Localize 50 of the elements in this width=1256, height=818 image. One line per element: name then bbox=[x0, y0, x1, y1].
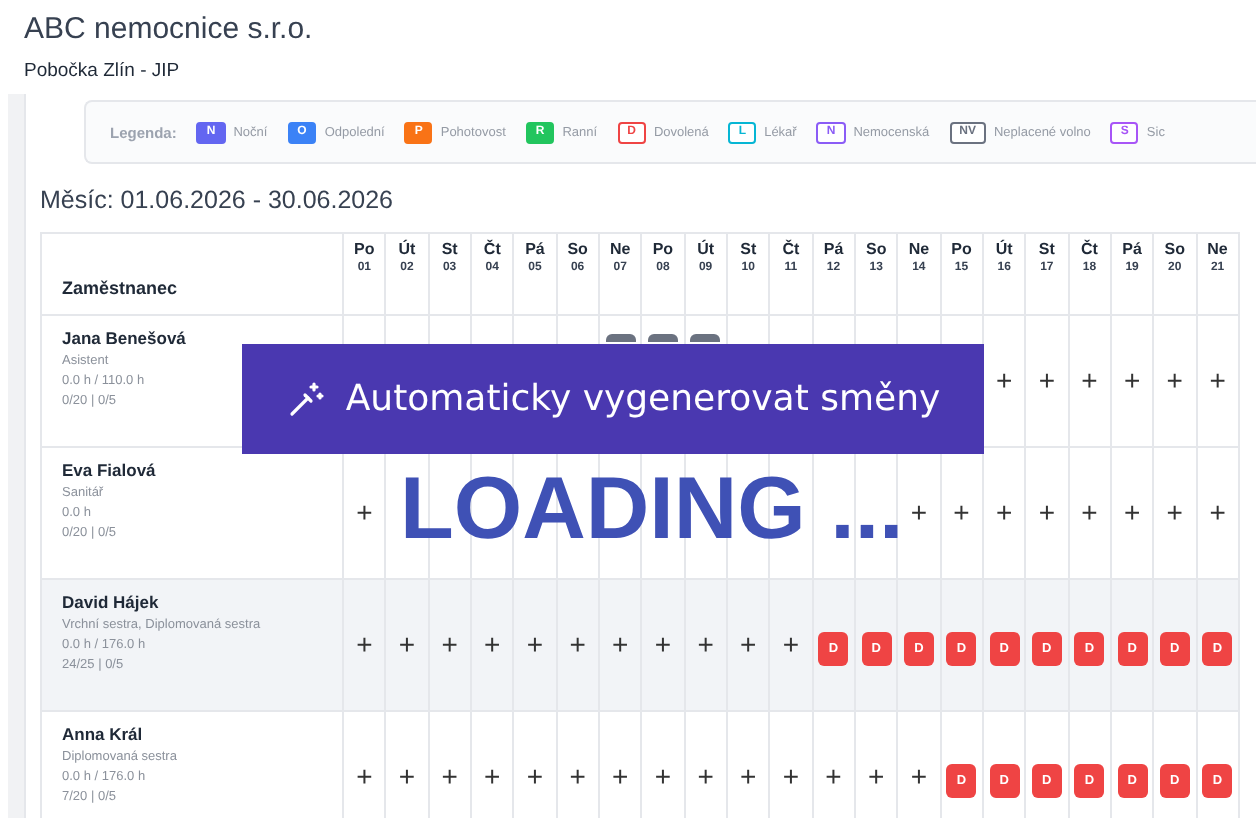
add-shift-button[interactable]: + bbox=[995, 363, 1013, 395]
generate-shifts-button[interactable]: Automaticky vygenerovat směny bbox=[242, 344, 984, 454]
add-shift-button[interactable]: + bbox=[441, 759, 458, 791]
month-range: Měsíc: 01.06.2026 - 30.06.2026 bbox=[40, 186, 396, 214]
add-shift-button[interactable]: + bbox=[654, 627, 672, 659]
add-shift-button[interactable]: + bbox=[995, 495, 1013, 527]
add-shift-button[interactable]: + bbox=[1166, 363, 1183, 395]
add-shift-button[interactable]: + bbox=[1209, 363, 1226, 395]
add-shift-button[interactable]: + bbox=[697, 759, 714, 791]
add-shift-button[interactable]: + bbox=[953, 495, 970, 527]
add-shift-button[interactable]: + bbox=[484, 759, 501, 791]
add-shift-button[interactable]: + bbox=[398, 759, 416, 791]
add-shift-button[interactable]: + bbox=[740, 627, 757, 659]
add-shift-button[interactable]: + bbox=[1038, 363, 1055, 395]
add-shift-button[interactable]: + bbox=[825, 759, 842, 791]
employee-name: Jana Benešová bbox=[62, 328, 188, 348]
add-shift-button[interactable]: + bbox=[910, 495, 928, 527]
add-shift-button[interactable]: + bbox=[868, 759, 885, 791]
add-shift-button[interactable]: + bbox=[484, 627, 501, 659]
add-shift-button[interactable]: + bbox=[569, 627, 586, 659]
hospital-title: ABC nemocnice s.r.o. bbox=[24, 10, 315, 50]
add-shift-button[interactable]: + bbox=[1123, 363, 1141, 395]
add-shift-button[interactable]: + bbox=[1081, 363, 1098, 395]
add-shift-button[interactable]: + bbox=[1081, 495, 1098, 527]
add-shift-button[interactable]: + bbox=[1123, 495, 1141, 527]
column-header: Zaměstnanec bbox=[41, 233, 343, 315]
add-shift-button[interactable]: + bbox=[1209, 495, 1226, 527]
add-shift-button[interactable]: + bbox=[356, 759, 373, 791]
add-shift-button[interactable]: + bbox=[526, 759, 544, 791]
add-shift-button[interactable]: + bbox=[782, 759, 800, 791]
add-shift-button[interactable]: + bbox=[740, 759, 757, 791]
add-shift-button[interactable]: + bbox=[398, 627, 416, 659]
add-shift-button[interactable]: + bbox=[441, 627, 458, 659]
add-shift-button[interactable]: + bbox=[612, 627, 629, 659]
add-shift-button[interactable]: + bbox=[910, 759, 928, 791]
add-shift-button[interactable]: + bbox=[356, 495, 373, 527]
add-shift-button[interactable]: + bbox=[782, 627, 800, 659]
employee-name: Anna Král bbox=[62, 724, 145, 744]
branch-subtitle: Pobočka Zlín - JIP bbox=[24, 60, 182, 82]
add-shift-button[interactable]: + bbox=[697, 627, 714, 659]
loading-text: LOADING ... bbox=[400, 464, 904, 556]
add-shift-button[interactable]: + bbox=[569, 759, 586, 791]
add-shift-button[interactable]: + bbox=[356, 627, 373, 659]
add-shift-button[interactable]: + bbox=[1038, 495, 1055, 527]
employee-name: Eva Fialová bbox=[62, 460, 158, 480]
add-shift-button[interactable]: + bbox=[612, 759, 629, 791]
add-shift-button[interactable]: + bbox=[1166, 495, 1183, 527]
add-shift-button[interactable]: + bbox=[654, 759, 672, 791]
add-shift-button[interactable]: + bbox=[526, 627, 544, 659]
employee-name: David Hájek bbox=[62, 592, 161, 612]
